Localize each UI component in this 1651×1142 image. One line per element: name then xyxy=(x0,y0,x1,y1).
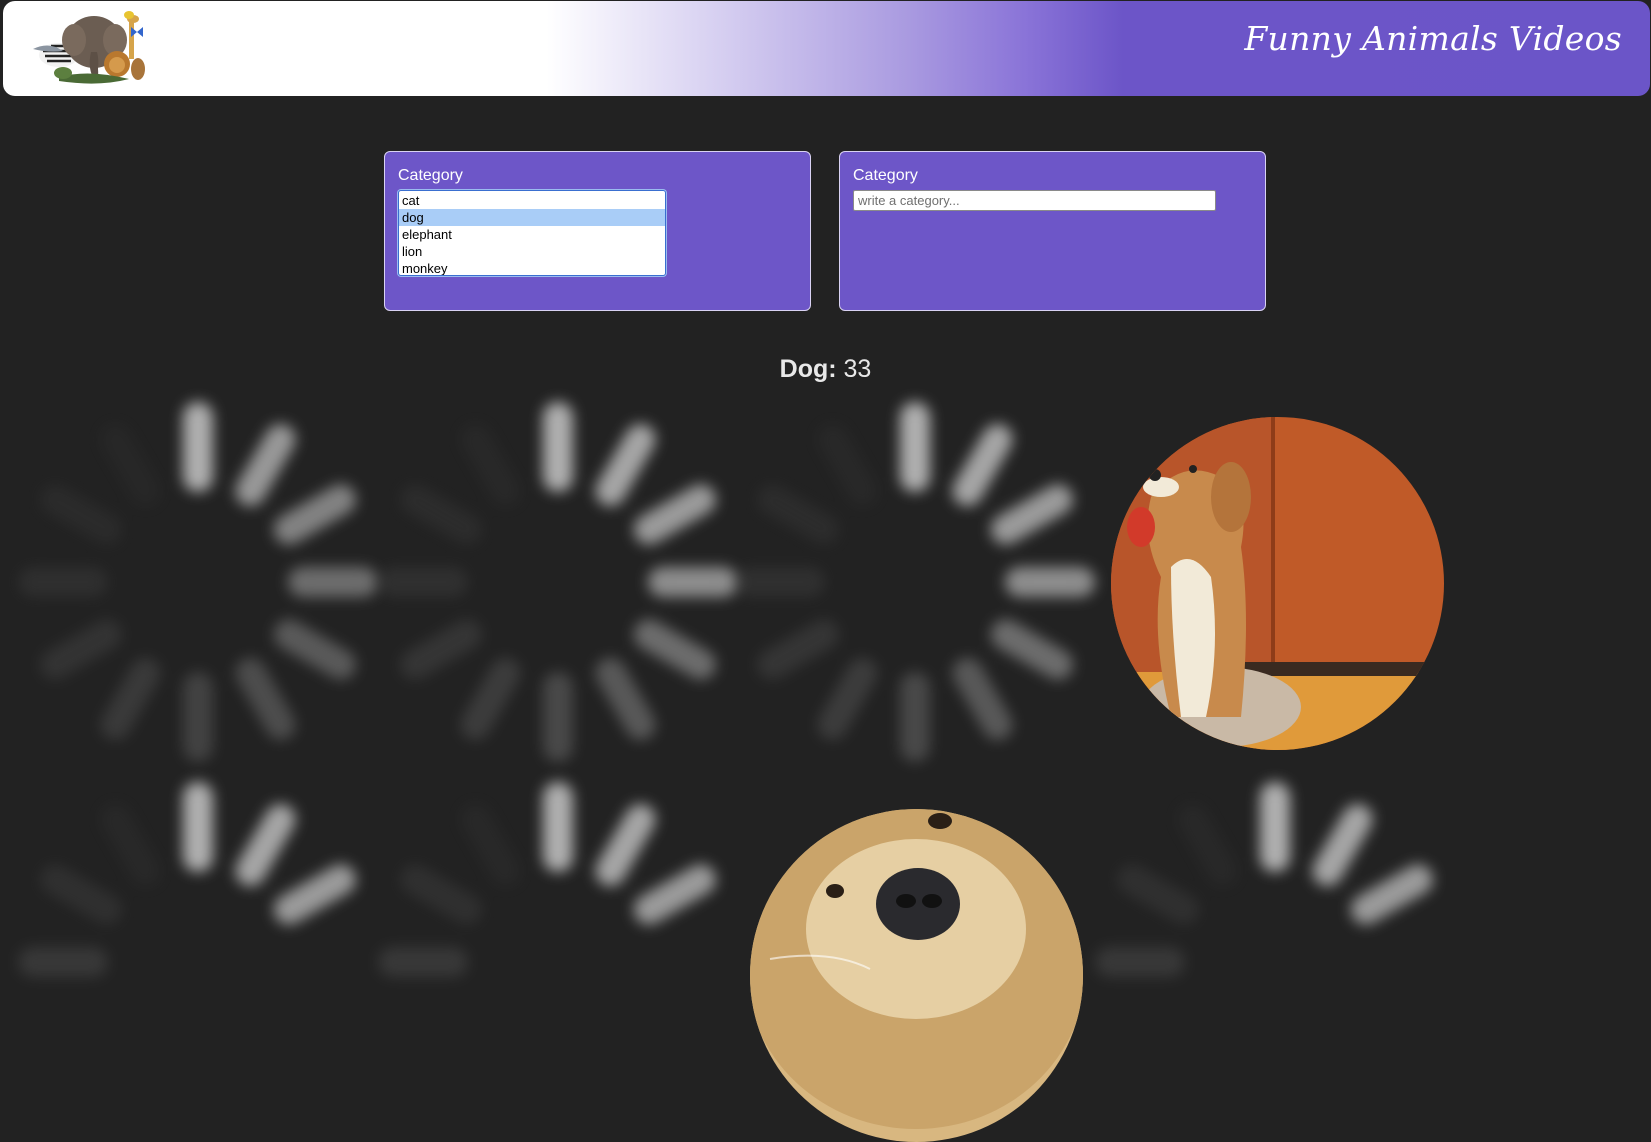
loading-spinner-icon xyxy=(378,402,738,762)
category-search-input[interactable] xyxy=(853,190,1216,211)
loading-spinner-icon xyxy=(378,782,716,977)
animals-logo-icon[interactable] xyxy=(29,7,153,91)
category-option-elephant[interactable]: elephant xyxy=(399,226,665,243)
site-title: Funny Animals Videos xyxy=(1244,19,1622,58)
category-option-dog[interactable]: dog xyxy=(399,209,665,226)
result-count: Dog: 33 xyxy=(0,355,1651,384)
category-select-panel: Category cat dog elephant lion monkey xyxy=(384,151,811,311)
loading-spinner-icon xyxy=(1095,782,1433,977)
category-option-lion[interactable]: lion xyxy=(399,243,665,260)
result-count-value: 33 xyxy=(843,355,872,383)
loading-spinner-icon xyxy=(18,782,356,977)
category-input-label: Category xyxy=(853,167,918,184)
category-input-panel: Category xyxy=(839,151,1266,311)
site-header: Funny Animals Videos xyxy=(3,1,1650,96)
category-select-label: Category xyxy=(398,167,463,184)
dog-standing-image xyxy=(1111,417,1444,750)
loading-spinner-icon xyxy=(735,402,1095,762)
dog-video-thumbnail[interactable] xyxy=(1111,417,1444,750)
category-listbox[interactable]: cat dog elephant lion monkey xyxy=(398,190,666,276)
loading-spinner-icon xyxy=(18,402,378,762)
dog-closeup-image xyxy=(750,809,1083,1142)
result-category-label: Dog: xyxy=(779,355,837,383)
dog-video-thumbnail[interactable] xyxy=(750,809,1083,1142)
category-option-monkey[interactable]: monkey xyxy=(399,260,665,275)
category-option-cat[interactable]: cat xyxy=(399,192,665,209)
